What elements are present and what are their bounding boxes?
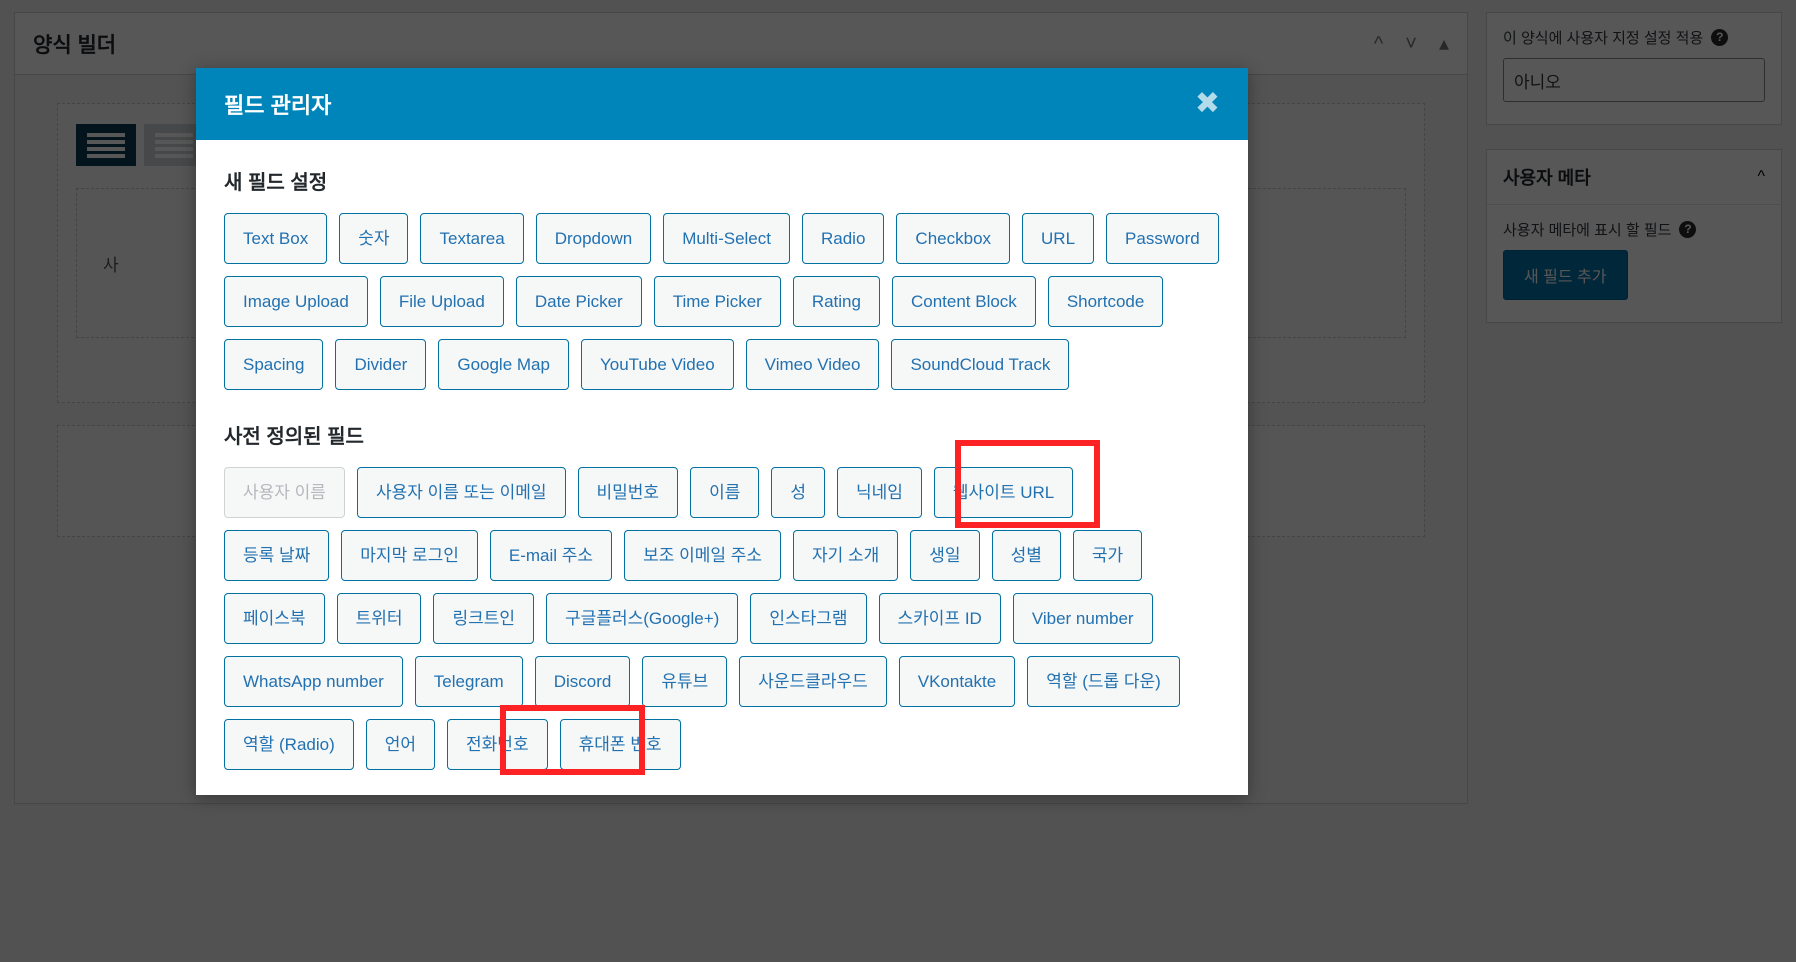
field-type-chip[interactable]: 사운드클라우드 (739, 656, 887, 707)
field-type-chip[interactable]: Text Box (224, 213, 328, 264)
field-manager-modal: 필드 관리자 ✖ 새 필드 설정 Text Box 숫자 Textarea Dropd… (196, 68, 1248, 795)
field-type-chip[interactable]: Multi-Select (663, 213, 790, 264)
field-type-chip[interactable]: 숫자 (339, 213, 409, 264)
modal-body: 새 필드 설정 Text Box 숫자 Textarea Dropdown Multi-… (196, 140, 1248, 795)
field-type-chip[interactable]: Telegram (414, 656, 523, 707)
field-type-chip[interactable]: Date Picker (515, 276, 642, 327)
field-type-chip[interactable]: 국가 (1072, 530, 1143, 581)
field-type-chip[interactable]: SoundCloud Track (891, 339, 1070, 390)
field-type-chip[interactable]: 페이스북 (224, 593, 325, 644)
predefined-chip-group: 사용자 이름 사용자 이름 또는 이메일 비밀번호 이름 성 닉네임 웹사이트 URL 등록 … (224, 467, 1220, 770)
new-field-section-title: 새 필드 설정 (224, 172, 328, 194)
field-type-chip[interactable]: 보조 이메일 주소 (624, 530, 781, 581)
field-type-chip[interactable]: 마지막 로그인 (341, 530, 478, 581)
field-type-chip[interactable]: 생일 (910, 530, 980, 581)
field-type-chip[interactable]: VKontakte (898, 656, 1016, 707)
modal-header: 필드 관리자 ✖ (196, 68, 1248, 140)
new-field-chip-group: Text Box 숫자 Textarea Dropdown Multi-Select Ra… (224, 213, 1220, 390)
chip-row: 역할 (Radio) 언어 전화번호 휴대폰 번호 (224, 719, 1220, 770)
field-type-chip[interactable]: 웹사이트 URL (933, 467, 1074, 518)
field-type-chip[interactable]: Viber number (1012, 593, 1153, 644)
field-type-chip[interactable]: Rating (792, 276, 880, 327)
field-type-chip[interactable]: 인스타그램 (750, 593, 867, 644)
field-type-chip[interactable]: E-mail 주소 (489, 530, 613, 581)
field-type-chip[interactable]: Content Block (891, 276, 1036, 327)
chip-row: WhatsApp number Telegram Discord 유튜브 사운드클라우드… (224, 656, 1220, 707)
field-type-chip[interactable]: 유튜브 (642, 656, 728, 707)
field-type-chip[interactable]: Discord (534, 656, 631, 707)
chip-row: 등록 날짜 마지막 로그인 E-mail 주소 보조 이메일 주소 자기 소개 생일 성별 국… (224, 530, 1220, 581)
field-type-chip[interactable]: 비밀번호 (577, 467, 679, 518)
field-type-chip[interactable]: 이름 (690, 467, 760, 518)
field-type-chip[interactable]: YouTube Video (580, 339, 734, 390)
field-type-chip[interactable]: Dropdown (535, 213, 652, 264)
modal-title: 필드 관리자 (224, 93, 332, 118)
field-type-chip[interactable]: 언어 (365, 719, 436, 770)
predefined-section-title: 사전 정의된 필드 (224, 426, 364, 448)
field-type-chip[interactable]: 역할 (Radio) (224, 719, 354, 770)
field-type-chip[interactable]: Shortcode (1047, 276, 1164, 327)
field-type-chip[interactable]: 사용자 이름 또는 이메일 (356, 467, 566, 518)
field-type-chip[interactable]: Image Upload (224, 276, 368, 327)
field-type-chip[interactable]: Vimeo Video (745, 339, 880, 390)
field-type-chip[interactable]: 스카이프 ID (878, 593, 1001, 644)
close-icon[interactable]: ✖ (1195, 89, 1220, 119)
field-type-chip[interactable]: Divider (335, 339, 427, 390)
field-type-chip[interactable]: WhatsApp number (224, 656, 403, 707)
field-type-chip[interactable]: Textarea (420, 213, 524, 264)
field-type-chip[interactable]: 성별 (991, 530, 1061, 581)
field-type-chip[interactable]: Spacing (224, 339, 324, 390)
field-type-chip[interactable]: File Upload (379, 276, 504, 327)
field-type-chip[interactable]: 구글플러스(Google+) (546, 593, 739, 644)
field-type-chip[interactable]: Google Map (438, 339, 569, 390)
field-type-chip[interactable]: 링크트인 (433, 593, 535, 644)
field-type-chip[interactable]: 닉네임 (837, 467, 922, 518)
field-type-chip[interactable]: 성 (771, 467, 825, 518)
chip-row: 사용자 이름 사용자 이름 또는 이메일 비밀번호 이름 성 닉네임 웹사이트 URL (224, 467, 1220, 518)
chip-row: 페이스북 트위터 링크트인 구글플러스(Google+) 인스타그램 스카이프 ID Vib… (224, 593, 1220, 644)
field-type-chip[interactable]: 전화번호 (447, 719, 548, 770)
chip-row: Image Upload File Upload Date Picker Time P… (224, 276, 1220, 327)
field-type-chip[interactable]: 휴대폰 번호 (559, 719, 681, 770)
field-type-chip[interactable]: 역할 (드롭 다운) (1027, 656, 1180, 707)
field-type-chip[interactable]: Checkbox (896, 213, 1011, 264)
field-type-chip[interactable]: 자기 소개 (793, 530, 899, 581)
field-type-chip[interactable]: Radio (802, 213, 885, 264)
field-type-chip: 사용자 이름 (224, 467, 345, 518)
field-type-chip[interactable]: Password (1106, 213, 1219, 264)
field-type-chip[interactable]: URL (1022, 213, 1095, 264)
chip-row: Spacing Divider Google Map YouTube Video Vim… (224, 339, 1220, 390)
field-type-chip[interactable]: 등록 날짜 (224, 530, 330, 581)
field-type-chip[interactable]: Time Picker (653, 276, 781, 327)
field-type-chip[interactable]: 트위터 (336, 593, 422, 644)
chip-row: Text Box 숫자 Textarea Dropdown Multi-Select Ra… (224, 213, 1220, 264)
